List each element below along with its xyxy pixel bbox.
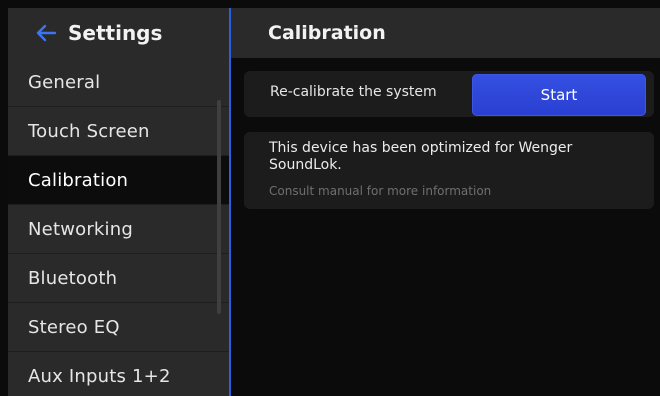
sidebar-item-stereo-eq[interactable]: Stereo EQ xyxy=(8,303,229,352)
page-title: Calibration xyxy=(268,22,386,44)
sidebar-item-label: General xyxy=(28,71,101,93)
sidebar-item-label: Stereo EQ xyxy=(28,316,120,338)
sidebar-item-label: Aux Inputs 1+2 xyxy=(28,365,171,387)
recalibrate-label: Re-calibrate the system xyxy=(270,84,437,100)
main-panel: Calibration Re-calibrate the system Star… xyxy=(231,8,660,396)
sidebar-item-calibration[interactable]: Calibration xyxy=(8,156,229,205)
settings-app: Settings General Touch Screen Calibratio… xyxy=(0,0,660,396)
optimization-info-card: This device has been optimized for Wenge… xyxy=(244,132,654,209)
start-button[interactable]: Start xyxy=(472,74,646,116)
sidebar-scrollbar[interactable] xyxy=(217,100,221,314)
sidebar-title: Settings xyxy=(68,21,163,45)
sidebar-item-touch-screen[interactable]: Touch Screen xyxy=(8,107,229,156)
sidebar-item-label: Bluetooth xyxy=(28,267,118,289)
recalibrate-row: Re-calibrate the system Start xyxy=(244,71,654,117)
sidebar-item-networking[interactable]: Networking xyxy=(8,205,229,254)
sidebar-header: Settings xyxy=(8,8,229,58)
sidebar-item-bluetooth[interactable]: Bluetooth xyxy=(8,254,229,303)
nav-list: General Touch Screen Calibration Network… xyxy=(8,58,229,396)
manual-hint-text: Consult manual for more information xyxy=(269,184,492,198)
sidebar-item-aux-inputs[interactable]: Aux Inputs 1+2 xyxy=(8,352,229,396)
sidebar-item-label: Networking xyxy=(28,218,133,240)
main-header: Calibration xyxy=(231,8,660,58)
sidebar-item-label: Calibration xyxy=(28,169,129,191)
sidebar-item-label: Touch Screen xyxy=(28,120,150,142)
optimization-info-text: This device has been optimized for Wenge… xyxy=(269,140,573,173)
arrow-left-icon[interactable] xyxy=(24,8,68,58)
sidebar-item-general[interactable]: General xyxy=(8,58,229,107)
sidebar: Settings General Touch Screen Calibratio… xyxy=(8,8,229,396)
